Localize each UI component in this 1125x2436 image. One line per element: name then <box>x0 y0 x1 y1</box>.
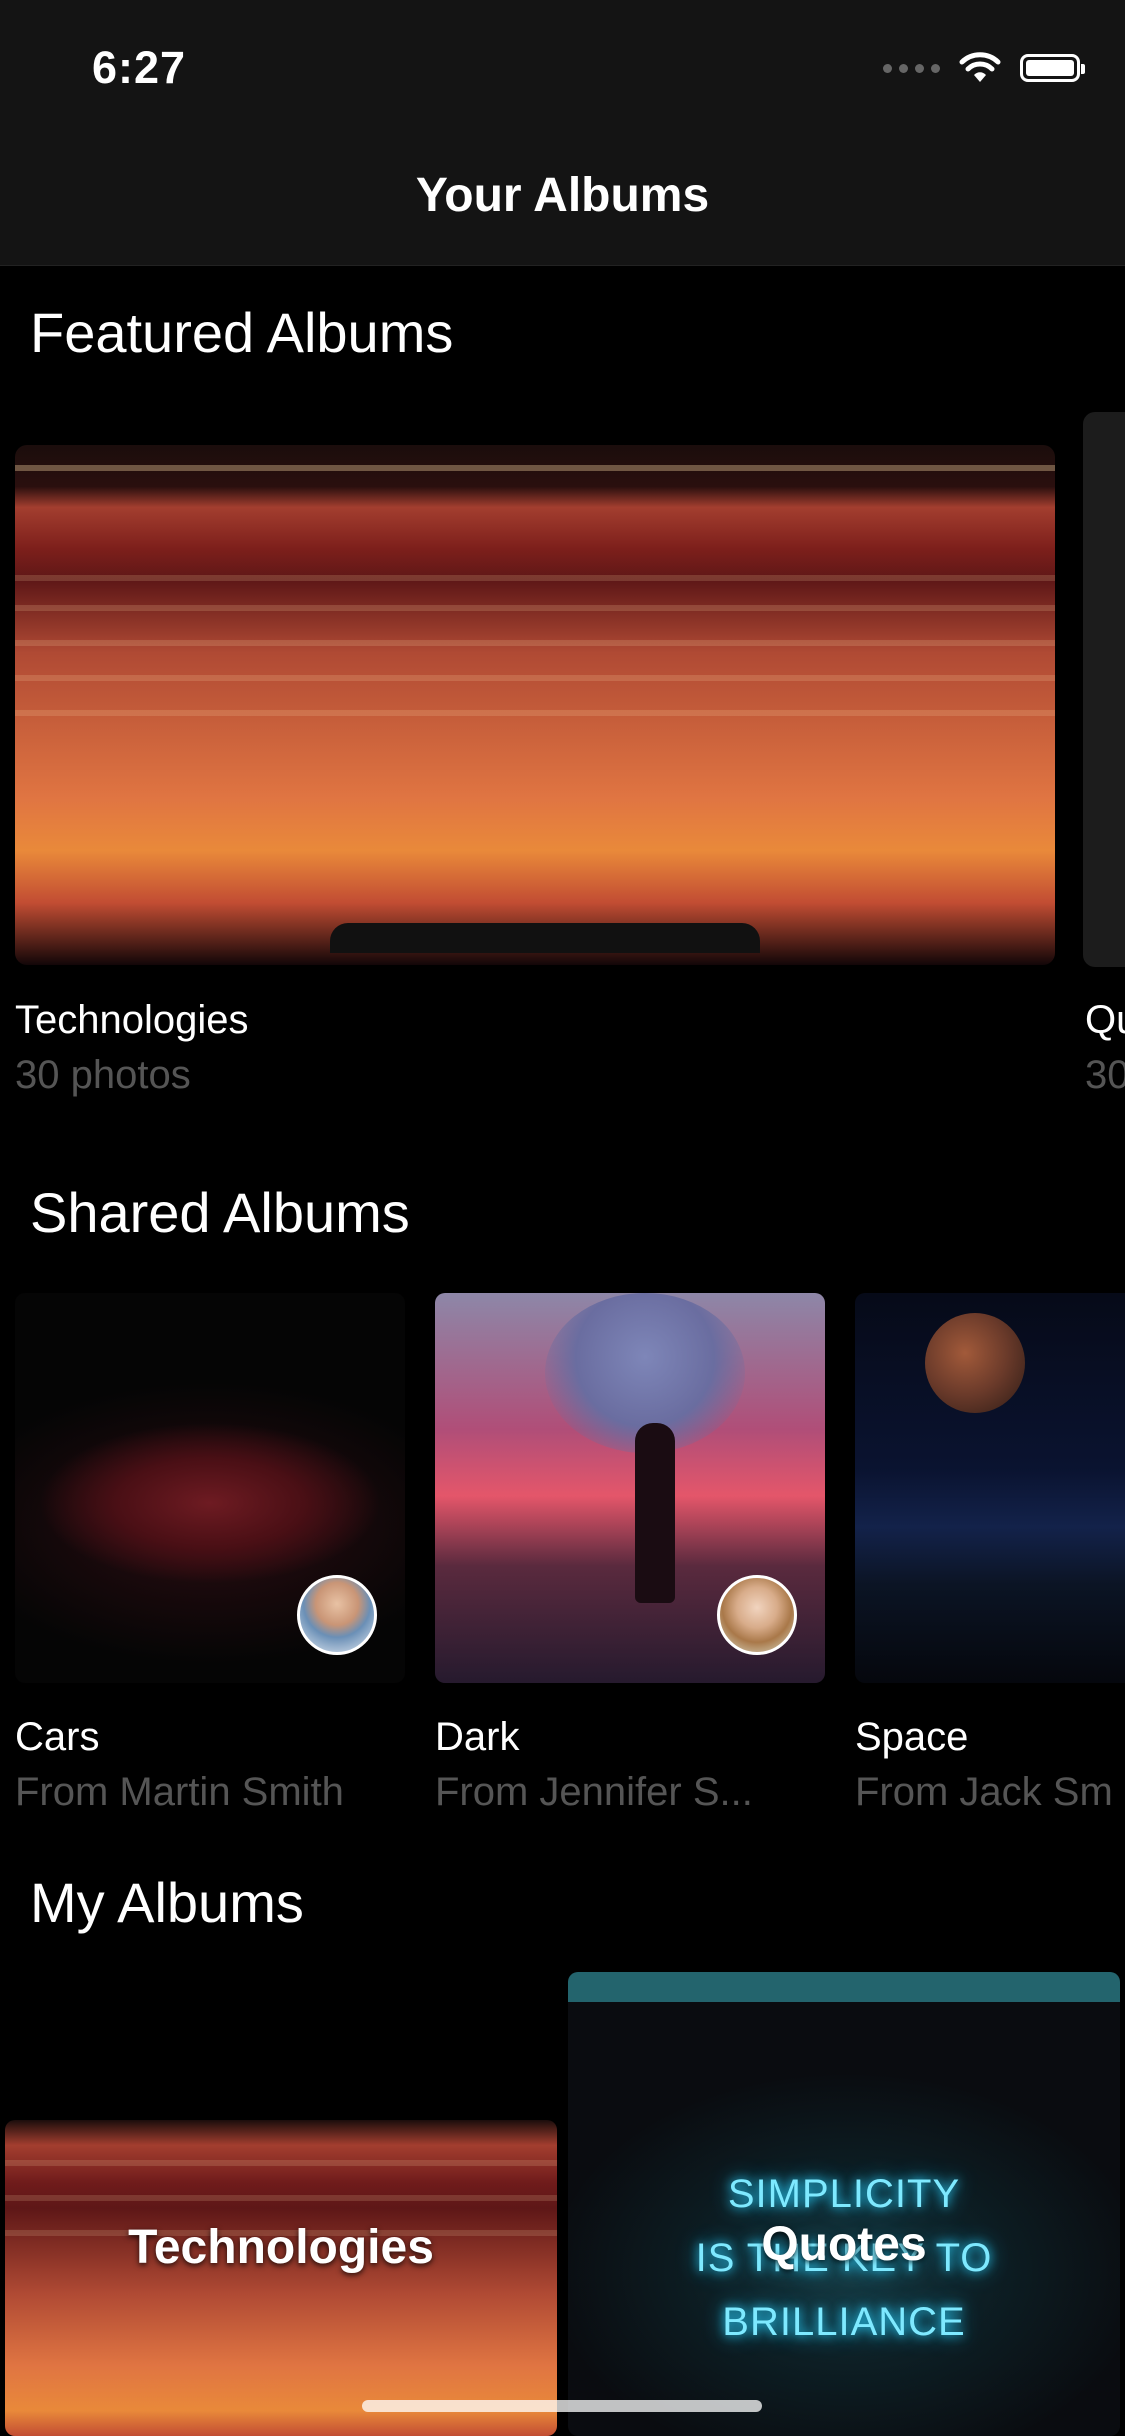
featured-album-count: 30 photos <box>15 1053 191 1097</box>
shared-album-space-thumbnail[interactable] <box>855 1293 1125 1683</box>
shared-albums-heading: Shared Albums <box>30 1181 410 1244</box>
my-album-label: Quotes <box>761 2218 927 2271</box>
featured-album-technologies-card[interactable] <box>15 445 1055 965</box>
navigation-bar <box>0 0 1125 266</box>
shared-album-title: Cars <box>15 1715 100 1759</box>
signal-dots-icon <box>883 63 940 73</box>
shared-album-title: Space <box>855 1715 969 1759</box>
avatar <box>297 1575 377 1655</box>
shared-album-cars-thumbnail[interactable] <box>15 1293 405 1683</box>
status-icons <box>883 52 1085 84</box>
wifi-icon <box>959 52 1001 82</box>
shared-album-dark-thumbnail[interactable] <box>435 1293 825 1683</box>
featured-album-title: Technologies <box>15 998 249 1042</box>
my-albums-heading: My Albums <box>30 1871 304 1934</box>
shared-album-owner: From Jennifer S... <box>435 1770 753 1814</box>
shared-album-title: Dark <box>435 1715 520 1759</box>
shared-album-owner: From Jack Sm <box>855 1770 1113 1814</box>
my-album-quotes-card[interactable]: SIMPLICITY IS THE KEY TO BRILLIANCE Quot… <box>568 1972 1120 2436</box>
featured-album-title-peek: Qu <box>1085 998 1125 1042</box>
featured-albums-heading: Featured Albums <box>30 301 454 364</box>
my-album-label: Technologies <box>128 2221 434 2274</box>
planet-shape <box>925 1313 1025 1413</box>
trackpad-shape <box>330 923 760 953</box>
battery-icon <box>1020 54 1085 82</box>
home-indicator[interactable] <box>362 2400 762 2412</box>
page-title: Your Albums <box>415 169 710 222</box>
featured-album-count-peek: 30 <box>1085 1053 1125 1097</box>
avatar <box>717 1575 797 1655</box>
shared-album-owner: From Martin Smith <box>15 1770 344 1814</box>
my-album-technologies-card[interactable]: Technologies <box>5 2120 557 2436</box>
silhouette-shape <box>635 1423 675 1603</box>
featured-album-peek-card[interactable] <box>1083 412 1125 967</box>
status-time: 6:27 <box>92 42 187 93</box>
neon-strip-shape <box>568 1972 1120 2002</box>
